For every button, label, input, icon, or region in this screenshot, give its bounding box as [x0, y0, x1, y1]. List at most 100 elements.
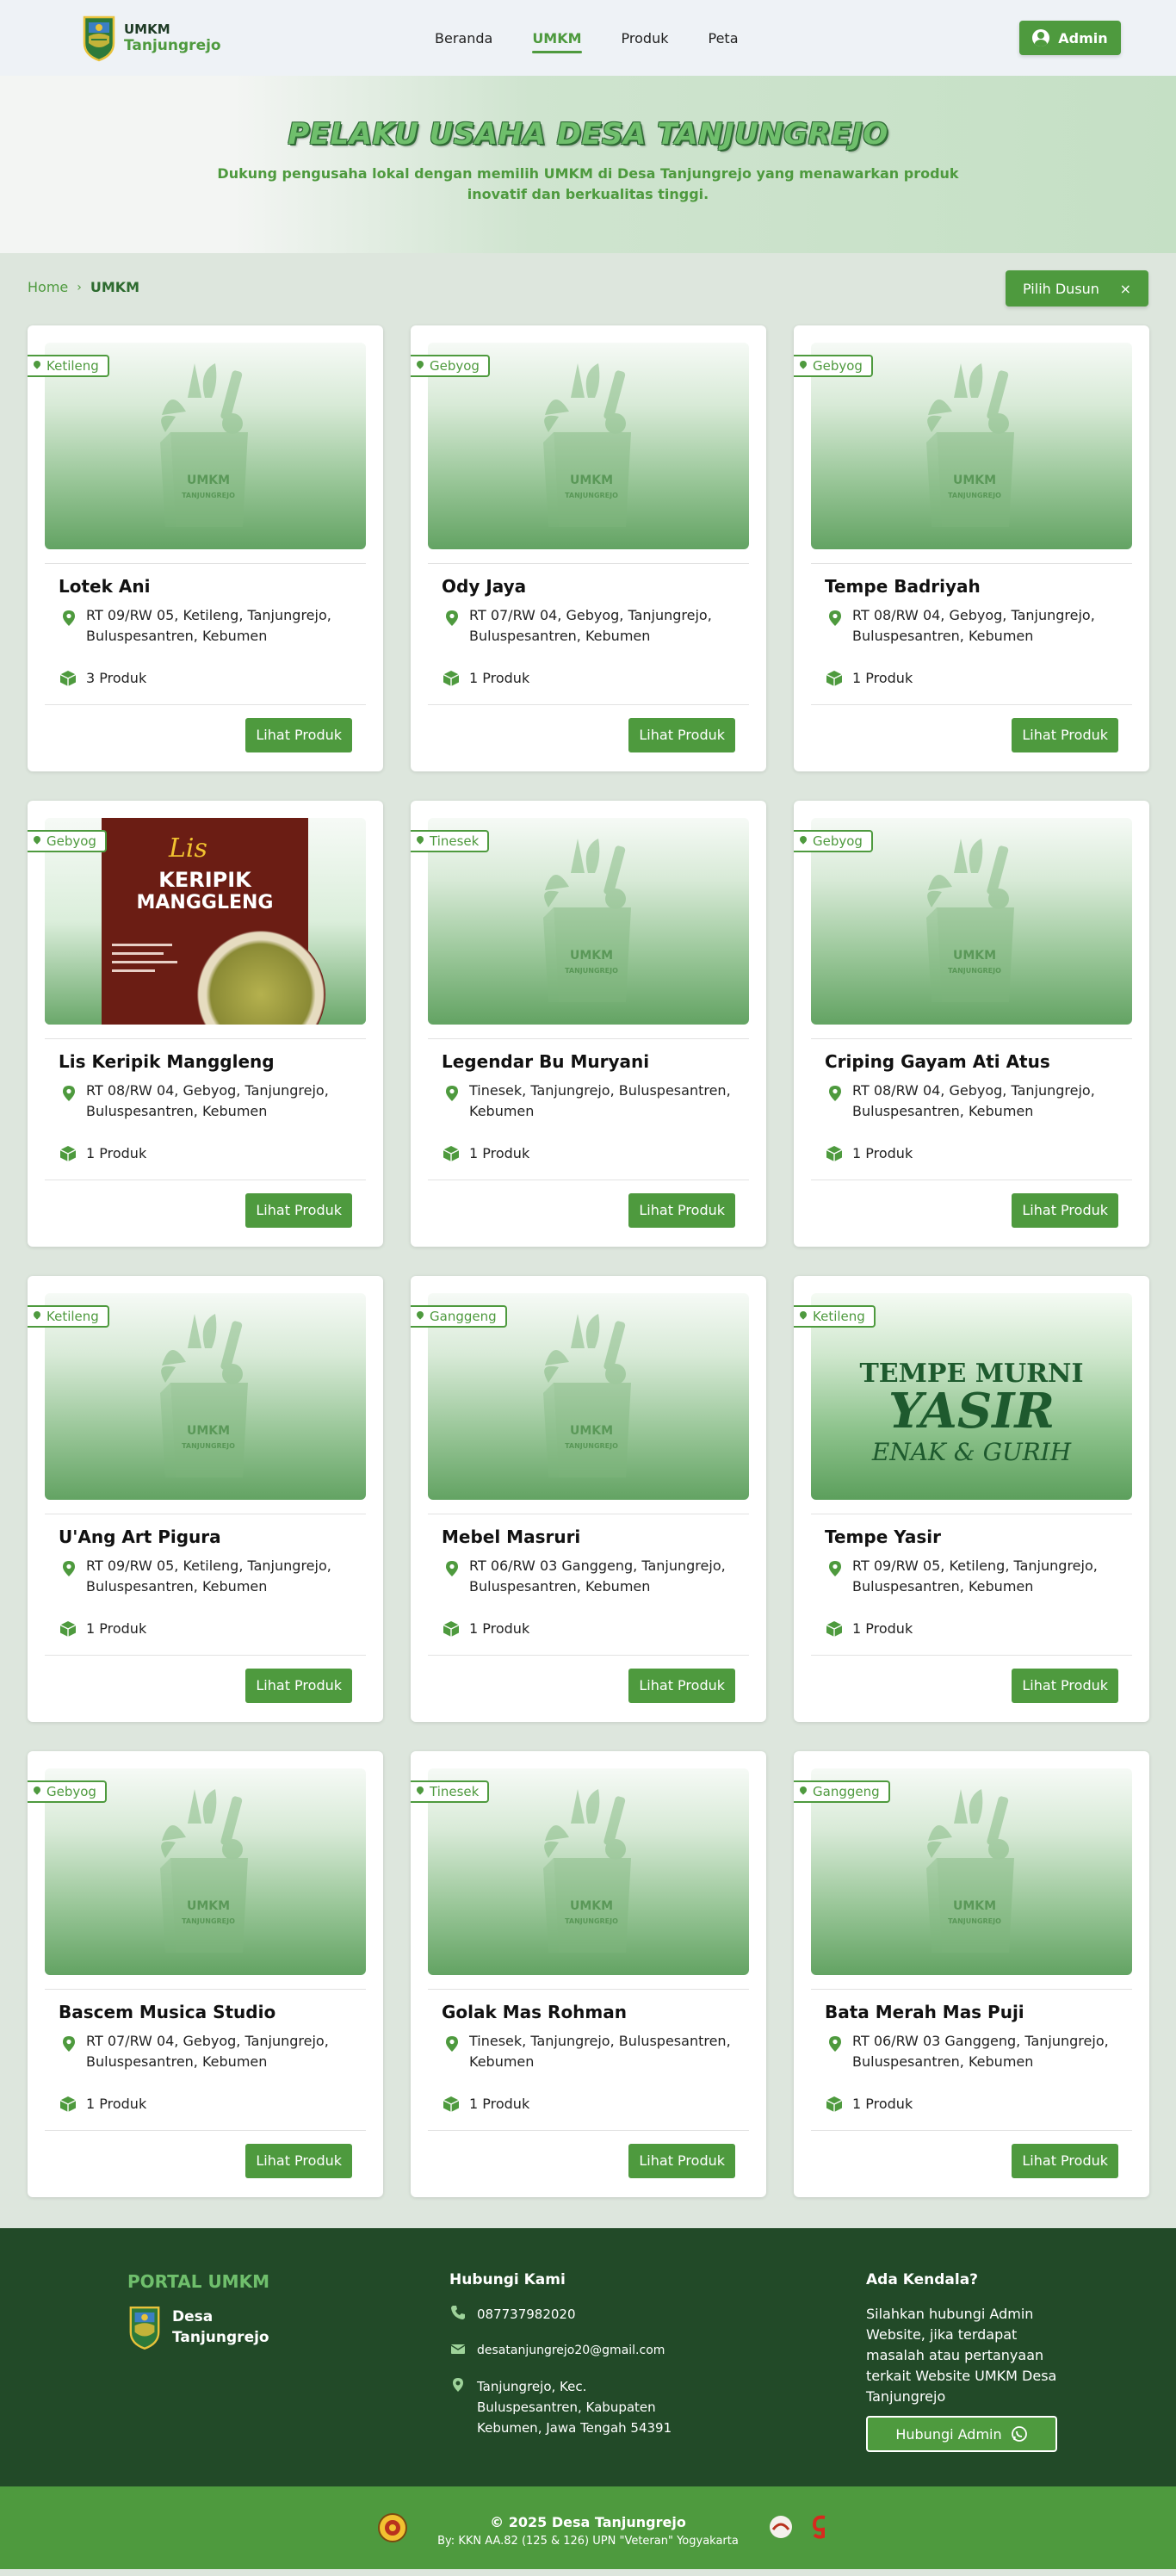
product-count: 1 Produk — [86, 1145, 147, 1161]
brand-subtitle: Tanjungrejo — [124, 36, 221, 54]
dusun-tag: Gebyog — [411, 355, 490, 377]
view-products-button[interactable]: Lihat Produk — [245, 1193, 352, 1228]
brand-title: UMKM — [124, 21, 170, 37]
admin-button[interactable]: Admin — [1019, 21, 1121, 55]
map-pin-icon — [446, 1086, 458, 1101]
map-pin-icon — [63, 610, 75, 626]
nav-link-umkm[interactable]: UMKM — [532, 25, 582, 53]
placeholder-brand-sub: TANJUNGREJO — [565, 492, 618, 499]
umkm-name: Tempe Badriyah — [825, 576, 981, 597]
photo-text: Lis — [169, 833, 207, 864]
view-products-button[interactable]: Lihat Produk — [1012, 718, 1118, 752]
placeholder-brand-sub: TANJUNGREJO — [182, 1442, 235, 1450]
grocery-bag-placeholder-icon: UMKM TANJUNGREJO — [543, 363, 631, 527]
box-icon — [826, 2096, 843, 2112]
kebumen-emblem-logo — [129, 2306, 160, 2350]
umkm-address: Tinesek, Tanjungrejo, Buluspesantren, Ke… — [469, 1082, 731, 1119]
footer-brand: PORTAL UMKM Desa Tanjungrejo — [127, 2271, 269, 2350]
placeholder-brand-sub: TANJUNGREJO — [565, 1917, 618, 1925]
umkm-card: UMKM TANJUNGREJO Ganggeng Bata Merah Mas… — [794, 1751, 1149, 2197]
view-products-button[interactable]: Lihat Produk — [628, 1669, 735, 1703]
nav-link-beranda[interactable]: Beranda — [435, 25, 492, 52]
keripik-bowl-image — [196, 930, 325, 1025]
umkm-address: RT 07/RW 04, Gebyog, Tanjungrejo, Bulusp… — [86, 2033, 329, 2070]
grocery-bag-placeholder-icon: UMKM TANJUNGREJO — [160, 1789, 248, 1953]
dusun-tag-label: Tinesek — [430, 833, 480, 849]
dusun-tag-label: Ganggeng — [813, 1784, 880, 1799]
contact-phone[interactable]: 087737982020 — [477, 2304, 576, 2325]
divider — [428, 704, 749, 705]
divider — [45, 704, 366, 705]
map-pin-icon — [446, 610, 458, 626]
breadcrumb-home-link[interactable]: Home — [28, 279, 68, 295]
footer-village-line1: Desa — [172, 2308, 214, 2325]
view-products-button[interactable]: Lihat Produk — [245, 718, 352, 752]
placeholder-brand-sub: TANJUNGREJO — [565, 967, 618, 975]
product-count: 1 Produk — [852, 1620, 913, 1637]
nav-link-peta[interactable]: Peta — [709, 25, 739, 52]
divider — [811, 704, 1132, 705]
placeholder-brand-sub: TANJUNGREJO — [565, 1442, 618, 1450]
grocery-bag-placeholder-icon: UMKM TANJUNGREJO — [160, 363, 248, 527]
dusun-tag: Ganggeng — [411, 1305, 507, 1328]
dusun-tag: Ganggeng — [794, 1780, 890, 1803]
umkm-card: Lis KERIPIK MANGGLENG Gebyog Lis Keripik… — [28, 801, 383, 1247]
contact-email[interactable]: desatanjungrejo20@gmail.com — [477, 2340, 665, 2361]
umkm-name: Bascem Musica Studio — [59, 2002, 276, 2022]
dusun-tag-label: Ketileng — [46, 1309, 99, 1324]
box-icon — [443, 1146, 460, 1161]
dusun-tag-label: Gebyog — [46, 1784, 96, 1799]
product-count: 3 Produk — [86, 670, 147, 686]
product-count: 1 Produk — [469, 1145, 530, 1161]
contact-admin-button[interactable]: Hubungi Admin — [866, 2416, 1057, 2452]
view-products-button[interactable]: Lihat Produk — [1012, 1669, 1118, 1703]
dusun-tag: Ketileng — [794, 1305, 876, 1328]
umkm-card: UMKM TANJUNGREJO Tinesek Golak Mas Rohma… — [411, 1751, 766, 2197]
divider — [811, 2130, 1132, 2131]
view-products-button[interactable]: Lihat Produk — [1012, 1193, 1118, 1228]
box-icon — [826, 1621, 843, 1637]
support-text: Silahkan hubungi Admin Website, jika ter… — [866, 2306, 1057, 2405]
placeholder-brand-sub: TANJUNGREJO — [948, 967, 1001, 975]
view-products-button[interactable]: Lihat Produk — [245, 2144, 352, 2178]
product-count: 1 Produk — [852, 2096, 913, 2112]
bottom-bar: © 2025 Desa Tanjungrejo By: KKN AA.82 (1… — [0, 2486, 1176, 2569]
divider — [811, 1655, 1132, 1656]
support-heading: Ada Kendala? — [866, 2271, 979, 2288]
umkm-address: RT 07/RW 04, Gebyog, Tanjungrejo, Bulusp… — [469, 607, 712, 644]
dusun-tag-label: Ketileng — [46, 358, 99, 374]
umkm-address: Tinesek, Tanjungrejo, Buluspesantren, Ke… — [469, 2033, 731, 2070]
clear-filter-icon[interactable]: × — [1120, 281, 1131, 297]
dusun-tag-label: Ganggeng — [430, 1309, 497, 1324]
grocery-bag-placeholder-icon: UMKM TANJUNGREJO — [543, 1314, 631, 1477]
main-nav: Beranda UMKM Produk Peta — [435, 0, 778, 76]
product-count: 1 Produk — [469, 2096, 530, 2112]
admin-button-label: Admin — [1058, 29, 1108, 46]
map-pin-icon — [63, 1086, 75, 1101]
map-pin-icon — [829, 1086, 841, 1101]
dusun-filter-select[interactable]: Pilih Dusun × — [1006, 270, 1148, 307]
umkm-address: RT 09/RW 05, Ketileng, Tanjungrejo, Bulu… — [852, 1557, 1098, 1595]
dusun-tag-label: Gebyog — [813, 358, 863, 374]
brand[interactable]: UMKM Tanjungrejo — [81, 14, 221, 62]
placeholder-brand-sub: TANJUNGREJO — [948, 492, 1001, 499]
placeholder-brand-text: UMKM — [953, 1899, 996, 1913]
grocery-bag-placeholder-icon: UMKM TANJUNGREJO — [160, 1314, 248, 1477]
umkm-name: Ody Jaya — [442, 576, 527, 597]
user-circle-icon — [1032, 29, 1050, 46]
nav-link-produk[interactable]: Produk — [622, 25, 669, 52]
hero-title: PELAKU USAHA DESA TANJUNGREJO — [288, 117, 888, 152]
view-products-button[interactable]: Lihat Produk — [628, 2144, 735, 2178]
view-products-button[interactable]: Lihat Produk — [628, 718, 735, 752]
umkm-card: UMKM TANJUNGREJO Tinesek Legendar Bu Mur… — [411, 801, 766, 1247]
view-products-button[interactable]: Lihat Produk — [245, 1669, 352, 1703]
box-icon — [826, 671, 843, 686]
umkm-card: UMKM TANJUNGREJO Gebyog Tempe Badriyah R… — [794, 325, 1149, 771]
dusun-tag: Gebyog — [794, 830, 873, 852]
box-icon — [443, 1621, 460, 1637]
box-icon — [443, 671, 460, 686]
umkm-name: Tempe Yasir — [825, 1526, 941, 1547]
grocery-bag-placeholder-icon: UMKM TANJUNGREJO — [543, 839, 631, 1002]
view-products-button[interactable]: Lihat Produk — [628, 1193, 735, 1228]
view-products-button[interactable]: Lihat Produk — [1012, 2144, 1118, 2178]
